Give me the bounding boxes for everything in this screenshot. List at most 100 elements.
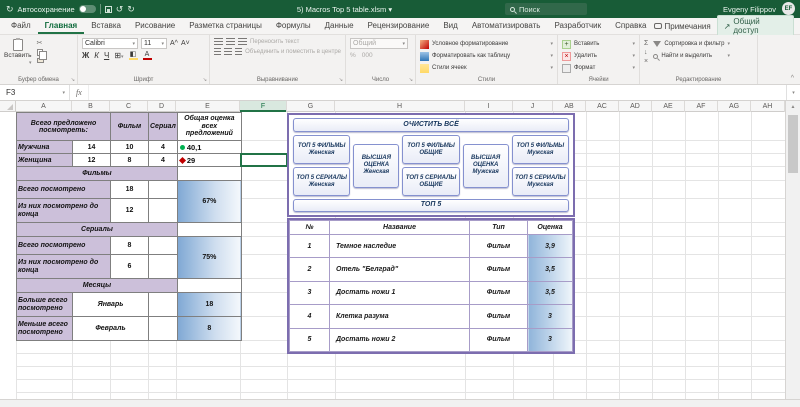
cell-d8[interactable] xyxy=(148,236,178,255)
column-header-B[interactable]: B xyxy=(72,101,110,112)
cell-d6[interactable] xyxy=(148,198,178,223)
avatar[interactable]: EF xyxy=(782,2,795,15)
column-header-I[interactable]: I xyxy=(465,101,513,112)
search-input[interactable]: Поиск xyxy=(505,3,587,15)
top5-series-common-button[interactable]: ТОП 5 СЕРИАЛЫ ОБЩИЕ xyxy=(402,167,460,196)
cell-score-col-header[interactable]: Общая оценка всех предложений xyxy=(176,112,242,141)
top5-series-male-button[interactable]: ТОП 5 СЕРИАЛЫ Мужская xyxy=(511,167,569,196)
cell-score[interactable]: 3,9 xyxy=(527,233,573,259)
insert-function-icon[interactable]: fx xyxy=(70,85,89,100)
grow-font-button[interactable]: А^ xyxy=(170,40,178,47)
comma-style-button[interactable]: 000 xyxy=(362,52,373,59)
column-header-D[interactable]: D xyxy=(148,101,176,112)
scroll-up-icon[interactable]: ▲ xyxy=(786,101,800,113)
column-header-E[interactable]: E xyxy=(176,101,240,112)
save-icon[interactable] xyxy=(104,5,112,13)
font-size-select[interactable]: 11 ▾ xyxy=(141,38,167,49)
percent-style-button[interactable]: % xyxy=(350,52,356,59)
comments-button[interactable]: Примечания xyxy=(653,22,711,31)
cell-score[interactable]: 3,5 xyxy=(527,257,573,282)
cell-film-col-header[interactable]: Фильм xyxy=(110,112,149,141)
cell-series-watched-label[interactable]: Всего посмотрено xyxy=(16,236,111,255)
wrap-text-button[interactable]: Переносить текст xyxy=(250,39,299,45)
font-color-button[interactable]: А xyxy=(142,51,152,60)
tab-Вид[interactable]: Вид xyxy=(436,18,464,34)
tab-Главная[interactable]: Главная xyxy=(37,18,85,34)
format-cells-button[interactable]: Формат ▾ xyxy=(562,62,635,74)
cell-films-band[interactable]: Фильмы xyxy=(16,166,178,181)
column-header-C[interactable]: C xyxy=(110,101,148,112)
cell-title[interactable]: Клетка разума xyxy=(329,304,470,329)
font-name-select[interactable]: Calibri ▾ xyxy=(82,38,138,49)
tab-Рецензирование[interactable]: Рецензирование xyxy=(361,18,437,34)
sheet-grid[interactable]: Всего предложено посмотреть: Фильм Сериа… xyxy=(0,112,785,399)
cell-least-watched-value[interactable]: 8 xyxy=(176,316,242,341)
cell-male-label[interactable]: Мужчина xyxy=(16,140,73,154)
autosum-button[interactable]: Σ xyxy=(644,40,648,47)
clipboard-dialog-launcher[interactable]: ↘ xyxy=(71,77,75,83)
cell-most-watched-month[interactable]: Январь xyxy=(72,292,149,317)
formula-input[interactable] xyxy=(89,85,786,100)
cell-male-total[interactable]: 14 xyxy=(72,140,111,154)
align-center-icon[interactable] xyxy=(224,48,232,55)
cell-type[interactable]: Фильм xyxy=(469,233,528,259)
share-button[interactable]: ↗ Общий доступ xyxy=(716,15,794,37)
top5-films-common-button[interactable]: ТОП 5 ФИЛЬМЫ ОБЩИЕ xyxy=(402,135,460,164)
cell-films-watched-label[interactable]: Всего посмотрено xyxy=(16,180,111,199)
top5-series-female-button[interactable]: ТОП 5 СЕРИАЛЫ Женская xyxy=(293,167,351,196)
tab-Файл[interactable]: Файл xyxy=(4,18,38,34)
cell-d9[interactable] xyxy=(148,254,178,279)
cell-most-watched-value[interactable]: 18 xyxy=(176,292,242,317)
cell-rank[interactable]: 1 xyxy=(289,233,330,259)
autosave-toggle[interactable] xyxy=(78,5,96,13)
cell-films-finished-label[interactable]: Из них посмотрено до конца xyxy=(16,198,111,223)
cell-female-series[interactable]: 4 xyxy=(148,153,178,167)
column-header-AG[interactable]: AG xyxy=(718,101,751,112)
cell-male-films[interactable]: 10 xyxy=(110,140,149,154)
cell-most-watched-label[interactable]: Больше всего посмотрено xyxy=(16,292,73,317)
tab-Автоматизировать[interactable]: Автоматизировать xyxy=(465,18,548,34)
cell-female-films[interactable]: 8 xyxy=(110,153,149,167)
align-top-icon[interactable] xyxy=(214,38,223,45)
tab-Формулы[interactable]: Формулы xyxy=(269,18,318,34)
collapse-ribbon-icon[interactable]: ^ xyxy=(791,75,794,82)
format-as-table-button[interactable]: Форматировать как таблицу ▾ xyxy=(420,50,553,62)
cell-type[interactable]: Фильм xyxy=(469,304,528,329)
redo-icon[interactable]: ↻ xyxy=(127,4,135,14)
tab-Рисование[interactable]: Рисование xyxy=(128,18,182,34)
cell-series-percent[interactable]: 75% xyxy=(176,236,242,279)
cell-d11[interactable] xyxy=(148,292,178,317)
column-header-AB[interactable]: AB xyxy=(553,101,586,112)
tab-Разработчик[interactable]: Разработчик xyxy=(547,18,608,34)
cell-films-watched[interactable]: 18 xyxy=(110,180,149,199)
cell-rank[interactable]: 3 xyxy=(289,280,330,306)
column-header-J[interactable]: J xyxy=(513,101,553,112)
tab-Данные[interactable]: Данные xyxy=(318,18,361,34)
tab-Справка[interactable]: Справка xyxy=(608,18,653,34)
fill-button[interactable]: ↓ xyxy=(644,49,648,56)
cell-series-col-header[interactable]: Сериал xyxy=(148,112,178,141)
column-header-AF[interactable]: AF xyxy=(685,101,718,112)
column-header-H[interactable]: H xyxy=(335,101,465,112)
cell-title[interactable]: Достать ножи 1 xyxy=(329,280,470,306)
column-header-AH[interactable]: AH xyxy=(751,101,785,112)
cell-female-label[interactable]: Женщина xyxy=(16,153,73,167)
cell-summary-header[interactable]: Всего предложено посмотреть: xyxy=(16,112,111,141)
cell-films-finished[interactable]: 12 xyxy=(110,198,149,223)
align-middle-icon[interactable] xyxy=(226,38,235,45)
tab-Вставка[interactable]: Вставка xyxy=(84,18,128,34)
bold-button[interactable]: Ж xyxy=(82,51,89,60)
cell-female-score[interactable]: 29 xyxy=(176,153,242,167)
delete-cells-button[interactable]: × Удалить ▾ xyxy=(562,50,635,62)
sort-filter-button[interactable]: Сортировка и фильтр ▾ xyxy=(653,38,730,50)
borders-button[interactable]: ⊞▾ xyxy=(114,51,123,60)
underline-button[interactable]: Ч xyxy=(104,51,109,60)
cell-months-band[interactable]: Месяцы xyxy=(16,278,178,293)
cell-e10[interactable] xyxy=(176,278,242,293)
cell-score[interactable]: 3 xyxy=(527,304,573,329)
align-right-icon[interactable] xyxy=(234,48,243,55)
fill-color-button[interactable]: ◧ xyxy=(128,51,138,60)
cell-title[interactable]: Достать ножи 2 xyxy=(329,327,470,353)
select-all-corner[interactable] xyxy=(0,101,16,112)
clear-all-button[interactable]: ОЧИСТИТЬ ВСЁ xyxy=(293,118,569,132)
